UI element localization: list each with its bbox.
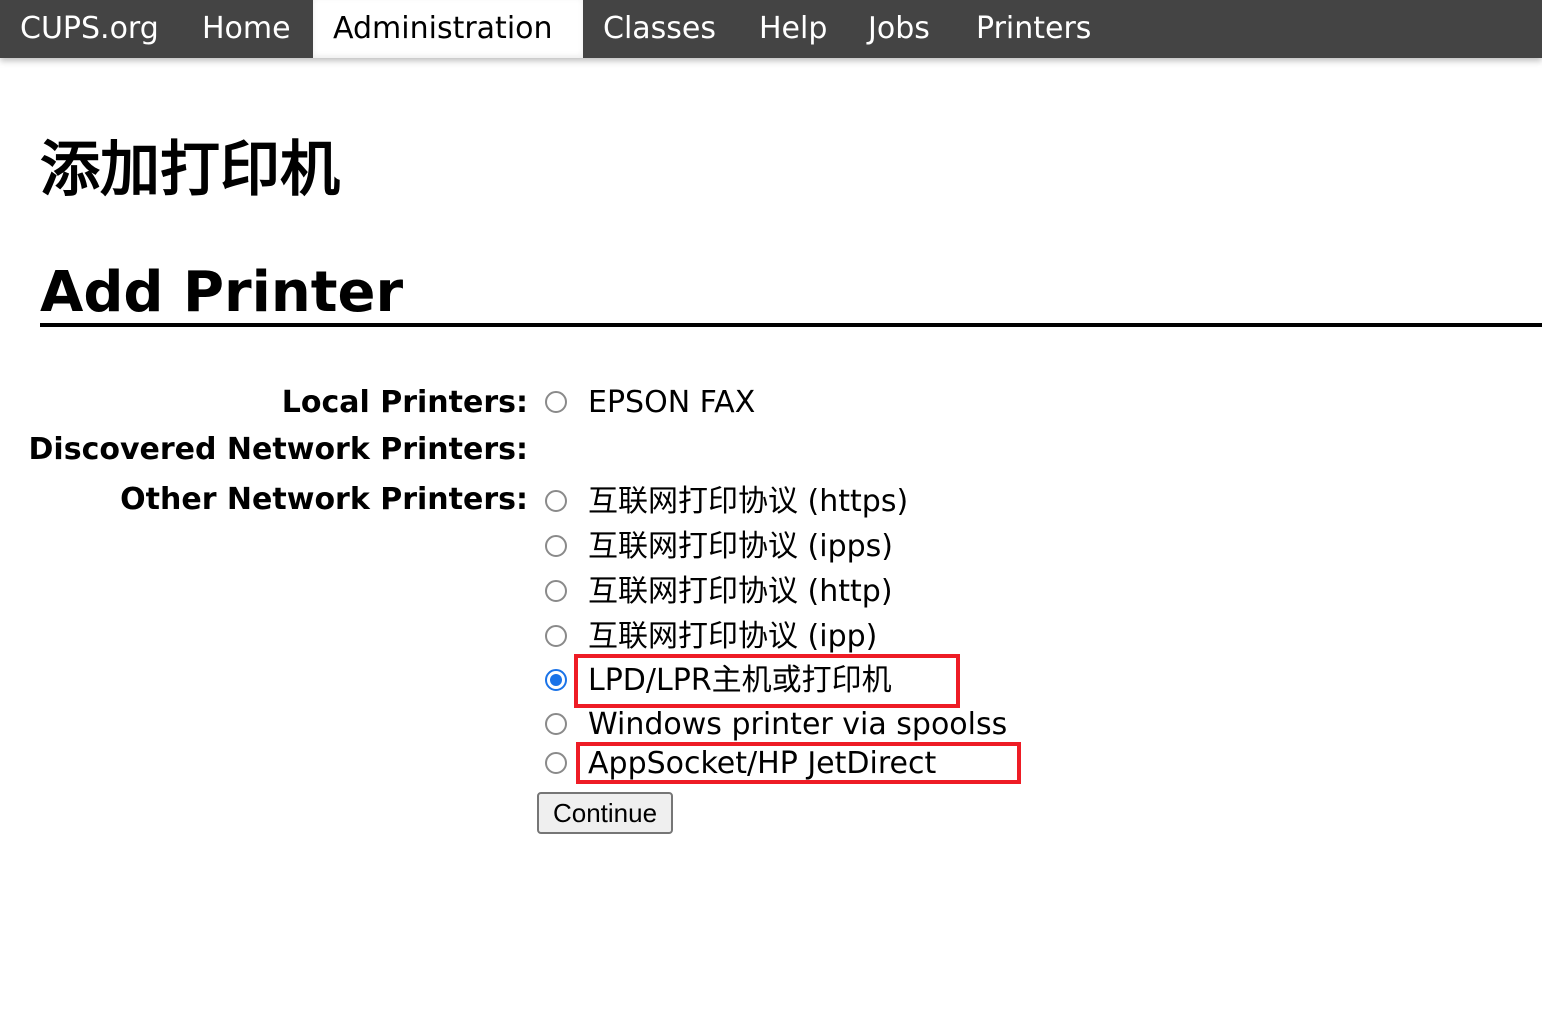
radio-button[interactable]	[545, 535, 567, 557]
nav-administration[interactable]: Administration	[313, 0, 583, 58]
radio-button[interactable]	[545, 625, 567, 647]
option-label: 互联网打印协议 (http)	[588, 574, 893, 609]
option-label: AppSocket/HP JetDirect	[588, 746, 937, 781]
option-label: 互联网打印协议 (ipp)	[588, 619, 878, 654]
option-label: EPSON FAX	[588, 385, 756, 420]
nav-help[interactable]: Help	[739, 0, 848, 58]
nav-jobs[interactable]: Jobs	[848, 0, 956, 58]
radio-button[interactable]	[545, 391, 567, 413]
label-discovered-network-printers: Discovered Network Printers:	[28, 432, 528, 467]
nav-classes[interactable]: Classes	[583, 0, 739, 58]
continue-button[interactable]: Continue	[537, 792, 673, 834]
option-label: 互联网打印协议 (https)	[588, 484, 909, 519]
nav-printers[interactable]: Printers	[956, 0, 1116, 58]
radio-button[interactable]	[545, 580, 567, 602]
radio-button-checked[interactable]	[545, 669, 567, 691]
option-label: Windows printer via spoolss	[588, 707, 1008, 742]
radio-button[interactable]	[545, 713, 567, 735]
label-local-printers: Local Printers:	[281, 385, 528, 420]
option-label: LPD/LPR主机或打印机	[588, 663, 892, 698]
option-label: 互联网打印协议 (ipps)	[588, 529, 893, 564]
page-heading: Add Printer	[40, 260, 404, 325]
heading-underline	[40, 323, 1542, 327]
nav-home[interactable]: Home	[182, 0, 313, 58]
page-title-chinese: 添加打印机	[40, 135, 340, 205]
top-navbar: CUPS.org Home Administration Classes Hel…	[0, 0, 1542, 58]
radio-button[interactable]	[545, 490, 567, 512]
label-other-network-printers: Other Network Printers:	[120, 482, 528, 517]
nav-cups-org[interactable]: CUPS.org	[0, 0, 182, 58]
radio-button[interactable]	[545, 752, 567, 774]
